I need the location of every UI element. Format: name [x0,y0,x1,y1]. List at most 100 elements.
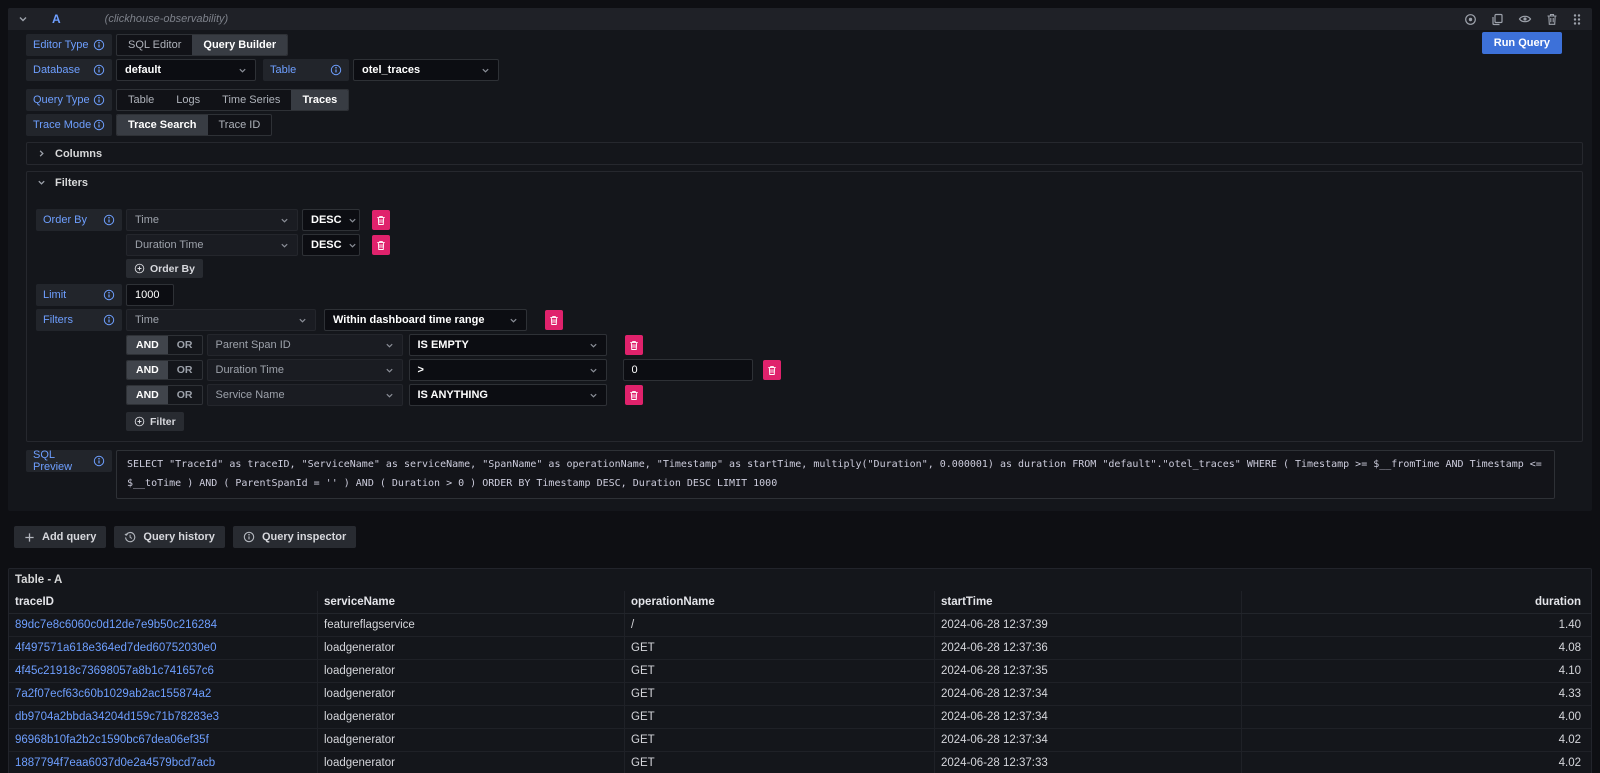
info-icon[interactable] [93,39,105,51]
query-history-button[interactable]: Query history [114,526,225,548]
table-cell: GET [625,683,935,706]
add-order-by-row: Order By [36,259,1582,278]
remove-filter-button[interactable] [763,360,781,380]
filter-field-value: Service Name [216,389,285,401]
order-by-direction-select[interactable]: DESC [302,209,360,231]
filter-field-select[interactable]: Duration Time [207,359,403,381]
remove-filter-button[interactable] [625,335,643,355]
chevron-down-icon [509,316,518,325]
trace-id-link[interactable]: 4f45c21918c73698057a8b1c741657c6 [9,660,318,683]
trace-id-link[interactable]: 89dc7e8c6060c0d12de7e9b50c216284 [9,614,318,637]
query-type-option-table[interactable]: Table [117,90,165,110]
column-header-operationname[interactable]: operationName [625,591,935,613]
bool-and-option[interactable]: AND [127,361,168,379]
filter-operator-select[interactable]: > [409,359,607,381]
trace-id-link[interactable]: db9704a2bbda34204d159c71b78283e3 [9,706,318,729]
bool-and-option[interactable]: AND [127,386,168,404]
query-type-option-logs[interactable]: Logs [165,90,211,110]
trace-id-link[interactable]: 96968b10fa2b2c1590bc67dea06ef35f [9,729,318,752]
info-icon[interactable] [330,64,342,76]
chevron-down-icon [348,241,357,250]
query-type-option-traces[interactable]: Traces [291,90,348,110]
filter-operator-select[interactable]: IS EMPTY [409,334,607,356]
column-header-duration[interactable]: duration [1242,591,1591,613]
bool-and-option[interactable]: AND [127,336,168,354]
trace-id-link[interactable]: 1887794f7eaa6037d0e2a4579bcd7acb [9,752,318,773]
database-select[interactable]: default [116,59,256,81]
limit-label: Limit [36,284,122,306]
bool-or-option[interactable]: OR [168,336,202,354]
chevron-down-icon [481,66,490,75]
editor-type-option-sql-editor[interactable]: SQL Editor [117,35,192,55]
query-footer-buttons: Add query Query history Query inspector [14,526,1592,548]
chevron-down-icon [589,366,598,375]
chevron-down-icon [238,66,247,75]
run-query-button[interactable]: Run Query [1482,32,1562,54]
editor-type-label: Editor Type [26,34,112,56]
table-row: 4f497571a618e364ed7ded60752030e0loadgene… [9,637,1591,660]
info-icon[interactable] [93,119,105,131]
order-by-direction-select[interactable]: DESC [302,234,360,256]
filter-operator-value: Within dashboard time range [333,314,484,326]
filter-field-select[interactable]: Parent Span ID [207,334,403,356]
remove-order-by-button[interactable] [372,235,390,255]
chevron-down-icon[interactable] [18,14,28,24]
add-order-by-label: Order By [150,263,195,275]
chevron-down-icon [280,216,289,225]
trace-mode-label: Trace Mode [26,114,112,136]
filter-operator-select[interactable]: IS ANYTHING [409,384,607,406]
info-icon[interactable] [93,94,105,106]
column-header-traceid[interactable]: traceID [9,591,318,613]
editor-type-option-query-builder[interactable]: Query Builder [192,35,287,55]
query-type-option-time-series[interactable]: Time Series [211,90,291,110]
columns-section-header[interactable]: Columns [27,143,1582,164]
chevron-down-icon [298,316,307,325]
remove-order-by-button[interactable] [372,210,390,230]
filter-field-select[interactable]: Time [126,309,316,331]
order-by-field-value: Duration Time [135,239,203,251]
order-by-field-select[interactable]: Duration Time [126,234,298,256]
order-by-field-select[interactable]: Time [126,209,298,231]
bool-or-option[interactable]: OR [168,386,202,404]
info-icon[interactable] [103,214,115,226]
trace-id-link[interactable]: 7a2f07ecf63c60b1029ab2ac155874a2 [9,683,318,706]
filter-field-select[interactable]: Service Name [207,384,403,406]
database-label: Database [26,59,112,81]
column-header-starttime[interactable]: startTime [935,591,1242,613]
eye-icon[interactable] [1518,13,1532,25]
add-query-button[interactable]: Add query [14,526,106,548]
query-row-header[interactable]: A (clickhouse-observability) [8,8,1592,30]
info-icon[interactable] [103,289,115,301]
trace-mode-option-trace-id[interactable]: Trace ID [208,115,272,135]
drag-handle-icon[interactable] [1572,13,1582,26]
query-type-toggle: Table Logs Time Series Traces [116,89,349,111]
table-header-row: traceID serviceName operationName startT… [9,591,1591,614]
limit-input[interactable] [126,284,174,306]
query-inspector-button[interactable]: Query inspector [233,526,356,548]
remove-filter-button[interactable] [625,385,643,405]
add-order-by-button[interactable]: Order By [126,259,203,278]
plus-icon [24,532,35,543]
duplicate-icon[interactable] [1491,13,1504,26]
trash-icon[interactable] [1546,13,1558,26]
trace-id-link[interactable]: 4f497571a618e364ed7ded60752030e0 [9,637,318,660]
datasource-help-icon[interactable] [1464,13,1477,26]
trace-mode-option-trace-search[interactable]: Trace Search [117,115,208,135]
add-filter-button[interactable]: Filter [126,412,184,431]
table-label: Table [263,59,349,81]
filter-operator-select[interactable]: Within dashboard time range [324,309,527,331]
table-select[interactable]: otel_traces [353,59,499,81]
info-icon[interactable] [93,64,105,76]
filter-value-input[interactable] [623,359,753,381]
column-header-servicename[interactable]: serviceName [318,591,625,613]
filters-section-header[interactable]: Filters [27,172,1582,193]
table-body: 89dc7e8c6060c0d12de7e9b50c216284featuref… [9,614,1591,773]
filters-label: Filters [36,309,122,331]
remove-filter-button[interactable] [545,310,563,330]
bool-or-option[interactable]: OR [168,361,202,379]
info-icon[interactable] [103,314,115,326]
table-cell: loadgenerator [318,660,625,683]
table-row: 1887794f7eaa6037d0e2a4579bcd7acbloadgene… [9,752,1591,773]
info-icon[interactable] [93,455,105,467]
table-panel: Table - A traceID serviceName operationN… [8,568,1592,773]
